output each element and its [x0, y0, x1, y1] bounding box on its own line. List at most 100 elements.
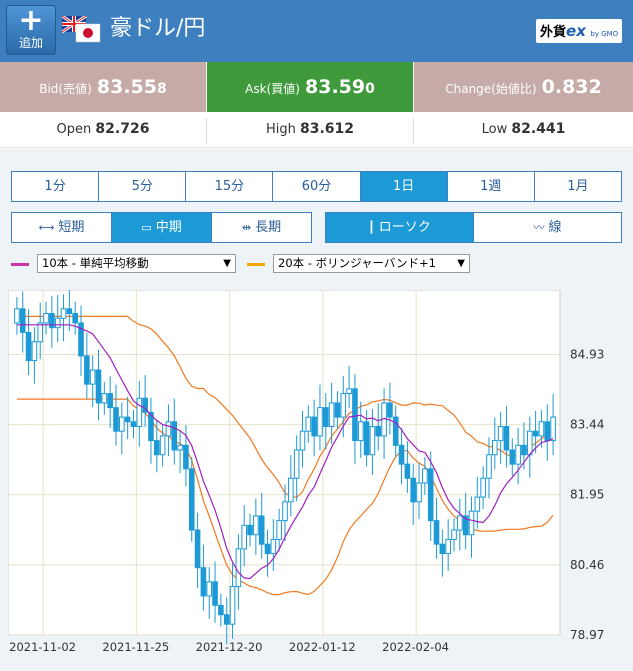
candle-body: [153, 440, 160, 456]
quote-row: Bid(売値) 83.558 Ask(買値) 83.590 Change(始値比…: [0, 62, 633, 112]
candle-body: [165, 421, 172, 437]
candle-body: [247, 524, 253, 536]
high-label: High: [265, 122, 296, 137]
candle-body: [352, 388, 358, 442]
candle-body: [521, 444, 527, 456]
x-tick-label: 2022-02-04: [382, 640, 449, 654]
candle-body: [416, 482, 422, 503]
add-button[interactable]: + 追加: [6, 5, 56, 55]
bb-select[interactable]: 20本 - ボリンジャーバンド+1 ▼: [273, 254, 470, 273]
plus-icon: +: [18, 3, 44, 38]
candle-body: [544, 421, 551, 442]
candle-body: [194, 529, 201, 569]
candle-body: [235, 548, 242, 588]
tab-1month[interactable]: 1月: [535, 172, 621, 201]
candlestick-icon: ┃: [368, 221, 375, 234]
candle-body: [206, 581, 213, 597]
candle-body: [66, 308, 73, 315]
tab-long-term[interactable]: ⇹ 長期: [212, 213, 311, 242]
candle-body: [119, 416, 125, 432]
candlestick-chart-svg[interactable]: 84.93 83.44 81.95 80.46 78.97 2021-11-02 2021-…: [7, 288, 633, 655]
candle-body: [113, 407, 119, 432]
pair-title: 豪ドル/円: [110, 16, 206, 41]
candle-body: [188, 468, 195, 531]
candle-body: [480, 477, 486, 498]
candle-body: [54, 317, 61, 329]
candle-body: [14, 308, 20, 324]
candle-body: [212, 581, 218, 606]
candle-body: [49, 313, 55, 329]
candle-body: [264, 543, 271, 555]
tab-mid-term[interactable]: ▭ 中期: [112, 213, 212, 242]
aud-jpy-flag-icon: [62, 16, 101, 43]
candle-body: [200, 567, 207, 597]
line-chart-icon: 〰: [533, 221, 545, 234]
candle-body: [37, 322, 44, 343]
change-label: Change(始値比): [445, 82, 537, 96]
y-tick-label: 84.93: [570, 347, 604, 361]
candle-body: [433, 520, 440, 545]
candle-body: [375, 425, 382, 437]
candle-body: [25, 331, 32, 362]
low-cell: Low 82.441: [414, 112, 633, 148]
brand-logo: 外貨ex by GMO: [536, 19, 622, 43]
short-term-icon: ⟷: [38, 221, 55, 234]
tab-5min[interactable]: 5分: [99, 172, 187, 201]
ohl-row: Open 82.726 High 83.612 Low 82.441: [0, 112, 633, 148]
candle-body: [311, 416, 317, 437]
candle-body: [532, 430, 539, 437]
candle-body: [89, 369, 96, 385]
candle-body: [468, 510, 475, 536]
x-tick-label: 2021-12-20: [196, 640, 263, 654]
tab-1day[interactable]: 1日: [360, 172, 448, 201]
price-chart[interactable]: 84.93 83.44 81.95 80.46 78.97 2021-11-02 2021-…: [7, 288, 633, 655]
short-term-label: 短期: [58, 220, 85, 235]
ask-value: 83.590: [305, 76, 375, 98]
candle-body: [322, 407, 329, 427]
tab-short-term[interactable]: ⟷ 短期: [12, 213, 112, 242]
candle-body: [363, 421, 370, 456]
open-cell: Open 82.726: [0, 112, 206, 148]
candle-body: [43, 313, 49, 324]
x-tick-label: 2022-01-12: [289, 640, 356, 654]
candle-body: [223, 614, 230, 625]
add-label: 追加: [18, 36, 43, 50]
candle-body: [136, 397, 143, 427]
line-label: 線: [548, 220, 562, 235]
y-tick-label: 81.95: [570, 488, 604, 502]
tab-line[interactable]: 〰線: [474, 213, 621, 242]
ask-quote[interactable]: Ask(買値) 83.590: [207, 62, 413, 112]
tab-candlestick[interactable]: ┃ ローソク: [326, 213, 474, 242]
high-cell: High 83.612: [207, 112, 413, 148]
span-tabs: ⟷ 短期 ▭ 中期 ⇹ 長期: [11, 212, 312, 243]
candle-body: [31, 341, 38, 362]
candle-body: [317, 407, 323, 437]
bid-quote[interactable]: Bid(売値) 83.558: [0, 62, 206, 112]
candle-body: [72, 313, 78, 324]
ma-select[interactable]: 10本 - 単純平均移動 ▼: [37, 254, 236, 273]
candle-body: [107, 393, 113, 409]
candle-body: [258, 515, 265, 545]
tab-1min[interactable]: 1分: [12, 172, 100, 201]
candle-body: [19, 308, 26, 333]
tab-1week[interactable]: 1週: [448, 172, 535, 201]
candle-body: [451, 529, 457, 540]
candle-body: [457, 515, 463, 531]
tab-15min[interactable]: 15分: [186, 172, 274, 201]
candle-body: [253, 515, 259, 536]
open-value: 82.726: [95, 121, 150, 137]
candle-body: [95, 369, 102, 404]
ma-select-value: 10本 - 単純平均移動: [42, 256, 149, 270]
candle-body: [60, 308, 67, 319]
candle-body: [439, 543, 446, 555]
candle-body: [340, 393, 347, 418]
candle-body: [282, 501, 288, 522]
candle-body: [357, 421, 364, 442]
candle-body: [328, 402, 335, 427]
open-label: Open: [56, 122, 92, 137]
long-term-label: 長期: [255, 220, 282, 235]
tab-60min[interactable]: 60分: [273, 172, 361, 201]
app-header: + 追加 豪ドル/円 外貨ex by GMO: [0, 0, 633, 62]
candle-body: [509, 449, 516, 465]
candle-body: [550, 416, 556, 442]
